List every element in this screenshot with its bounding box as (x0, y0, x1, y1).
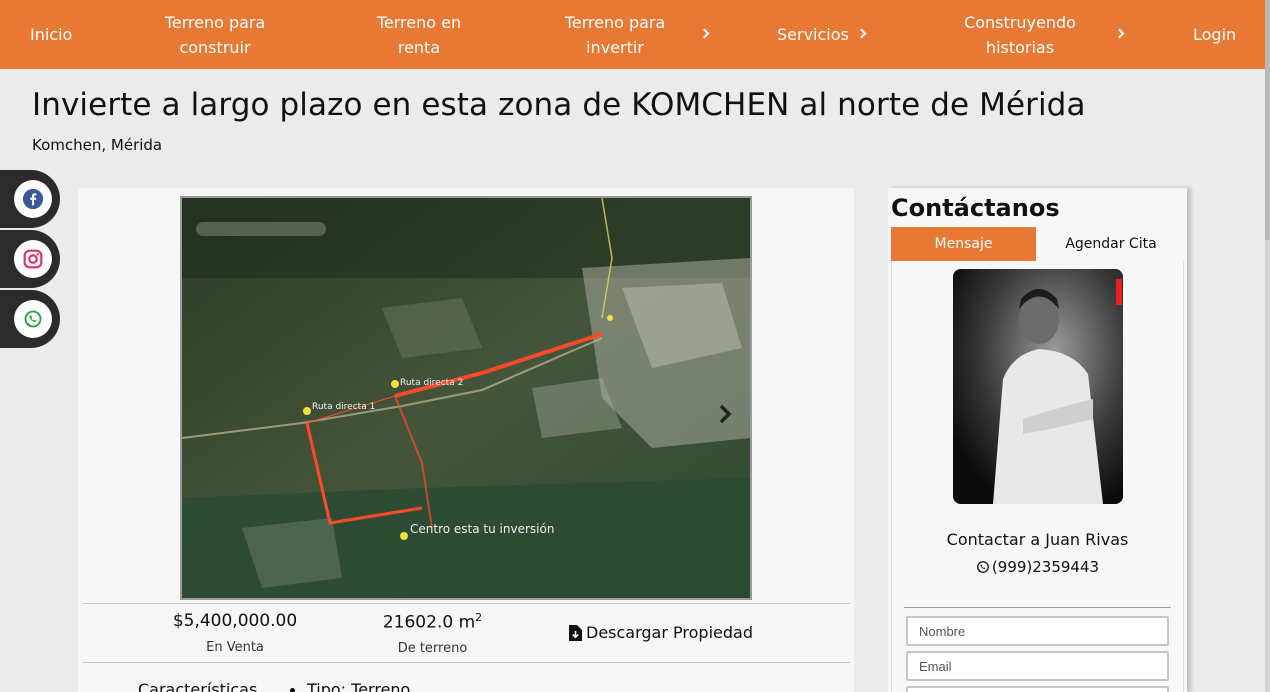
tab-mensaje[interactable]: Mensaje (891, 227, 1036, 261)
features-heading: Características (138, 680, 258, 692)
download-label: Descargar Propiedad (586, 623, 753, 642)
nav-item-terreno-renta[interactable]: Terreno en renta (369, 0, 469, 69)
property-area: 21602.0 m2 (360, 611, 505, 633)
page-title: Invierte a largo plazo en esta zona de K… (32, 87, 1086, 123)
carousel-next-icon[interactable] (718, 404, 732, 424)
property-location: Komchen, Mérida (32, 136, 163, 154)
scrollbar-thumb[interactable] (1265, 0, 1270, 240)
property-status: En Venta (206, 640, 264, 655)
feature-type-label: Tipo: Terreno (307, 680, 411, 692)
feature-type: Tipo: Terreno (290, 680, 410, 692)
nav-label: Terreno en renta (376, 12, 462, 57)
contact-title: Contáctanos (891, 194, 1060, 222)
nav-item-login[interactable]: Login (1193, 0, 1236, 69)
nav-label: Inicio (30, 25, 73, 44)
agent-photo (953, 269, 1123, 504)
top-navbar: Inicio Terreno para construir Terreno en… (0, 0, 1265, 69)
tab-agendar-cita[interactable]: Agendar Cita (1036, 227, 1186, 261)
download-property-button[interactable]: Descargar Propiedad (569, 623, 753, 642)
nav-item-terreno-construir[interactable]: Terreno para construir (150, 0, 280, 69)
map-label-center: Centro esta tu inversión (410, 522, 554, 536)
agent-phone[interactable]: (999)2359443 (891, 558, 1184, 576)
nav-label: Servicios (777, 25, 849, 44)
whatsapp-button[interactable] (14, 300, 52, 338)
whatsapp-icon (977, 561, 989, 573)
email-field[interactable] (906, 651, 1169, 681)
property-price: $5,400,000.00 (172, 611, 298, 631)
file-download-icon (569, 624, 582, 641)
nav-label: Construyendo historias (964, 12, 1076, 57)
chevron-right-icon (699, 28, 710, 39)
nav-item-inicio[interactable]: Inicio (30, 0, 72, 69)
divider (82, 603, 850, 604)
aerial-map-image: Ruta directa 1 Ruta directa 2 Centro est… (182, 198, 750, 598)
instagram-button[interactable] (14, 240, 52, 278)
area-unit-superscript: 2 (475, 611, 483, 624)
map-label-route-2: Ruta directa 2 (400, 378, 463, 388)
facebook-icon (22, 188, 44, 210)
nav-label: Terreno para construir (164, 12, 266, 57)
property-area-label: De terreno (397, 641, 468, 656)
facebook-button[interactable] (14, 180, 52, 218)
social-instagram[interactable] (0, 230, 60, 288)
page-scrollbar[interactable] (1265, 0, 1270, 692)
instagram-icon (23, 249, 43, 269)
nav-item-servicios[interactable]: Servicios (777, 0, 849, 69)
nav-label: Terreno para invertir (564, 12, 666, 57)
chevron-right-icon (1114, 28, 1125, 39)
map-label-route-1: Ruta directa 1 (312, 402, 375, 412)
agent-name: Contactar a Juan Rivas (946, 530, 1129, 549)
divider (82, 662, 850, 663)
social-facebook[interactable] (0, 170, 60, 228)
property-image-carousel[interactable]: Ruta directa 1 Ruta directa 2 Centro est… (180, 196, 752, 600)
bullet (290, 688, 295, 692)
phone-field[interactable] (906, 686, 1169, 692)
area-value: 21602.0 m (382, 612, 476, 633)
social-whatsapp[interactable] (0, 290, 60, 348)
agent-portrait-image (953, 269, 1123, 504)
name-field[interactable] (906, 616, 1169, 646)
nav-item-terreno-invertir[interactable]: Terreno para invertir (550, 0, 680, 69)
divider (904, 607, 1171, 608)
phone-number: (999)2359443 (991, 558, 1100, 576)
nav-item-construyendo-historias[interactable]: Construyendo historias (950, 0, 1090, 69)
nav-label: Login (1193, 25, 1237, 44)
chevron-right-icon (856, 28, 867, 39)
whatsapp-icon (24, 310, 42, 328)
